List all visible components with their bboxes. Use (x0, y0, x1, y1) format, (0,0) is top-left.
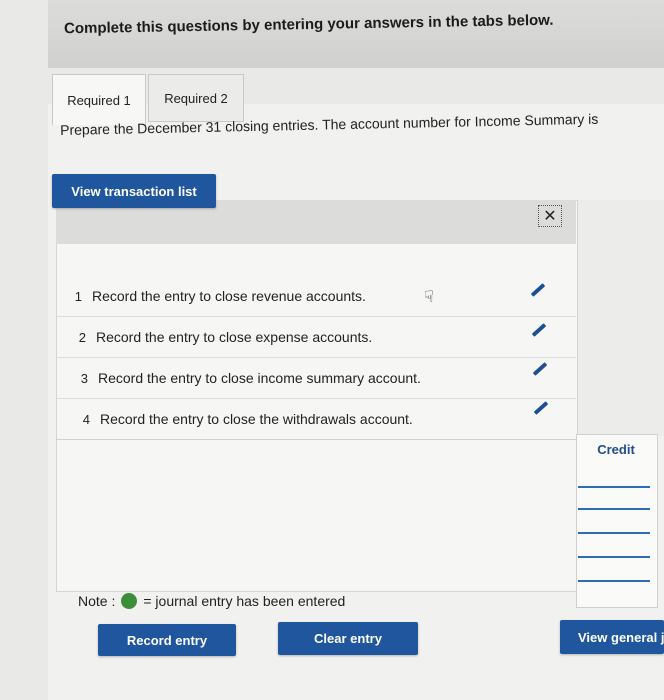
credit-column-header: Credit (597, 441, 635, 457)
note-label: Note : (78, 593, 116, 609)
transaction-row-2[interactable]: 2 Record the entry to close expense acco… (56, 317, 576, 358)
transaction-text: Record the entry to close income summary… (98, 370, 421, 386)
transaction-row-1[interactable]: 1 Record the entry to close revenue acco… (56, 276, 576, 317)
transaction-row-4[interactable]: 4 Record the entry to close the withdraw… (56, 399, 576, 440)
background-journal-area (576, 200, 664, 436)
transaction-number: 3 (80, 370, 88, 386)
tab-required-1-label: Required 1 (67, 92, 131, 108)
transaction-list: 1 Record the entry to close revenue acco… (56, 276, 576, 440)
tab-required-2[interactable]: Required 2 (148, 74, 244, 122)
transaction-text: Record the entry to close expense accoun… (96, 329, 373, 345)
entered-status-dot-icon (121, 593, 138, 609)
credit-input-divider (578, 508, 650, 510)
transaction-number: 2 (78, 329, 86, 345)
transaction-number: 1 (74, 288, 82, 304)
credit-input-divider (578, 486, 650, 488)
clear-entry-button[interactable]: Clear entry (278, 622, 418, 655)
credit-input-divider (578, 556, 650, 558)
credit-input-divider (578, 532, 650, 534)
note-text: = journal entry has been entered (143, 593, 346, 609)
transaction-text: Record the entry to close revenue accoun… (92, 288, 366, 304)
record-entry-button[interactable]: Record entry (98, 624, 236, 656)
close-icon[interactable]: ✕ (538, 205, 562, 227)
credit-input-divider (578, 580, 650, 582)
tab-required-1[interactable]: Required 1 (52, 74, 146, 125)
note-legend: Note : = journal entry has been entered (78, 593, 345, 609)
view-general-journal-button[interactable]: View general j (560, 620, 664, 654)
tab-required-2-label: Required 2 (164, 90, 228, 106)
transaction-row-3[interactable]: 3 Record the entry to close income summa… (56, 358, 576, 399)
view-transaction-list-button[interactable]: View transaction list (52, 174, 216, 208)
hand-cursor-icon: ☟ (424, 289, 434, 306)
transaction-text: Record the entry to close the withdrawal… (100, 411, 413, 427)
transaction-number: 4 (82, 411, 90, 427)
